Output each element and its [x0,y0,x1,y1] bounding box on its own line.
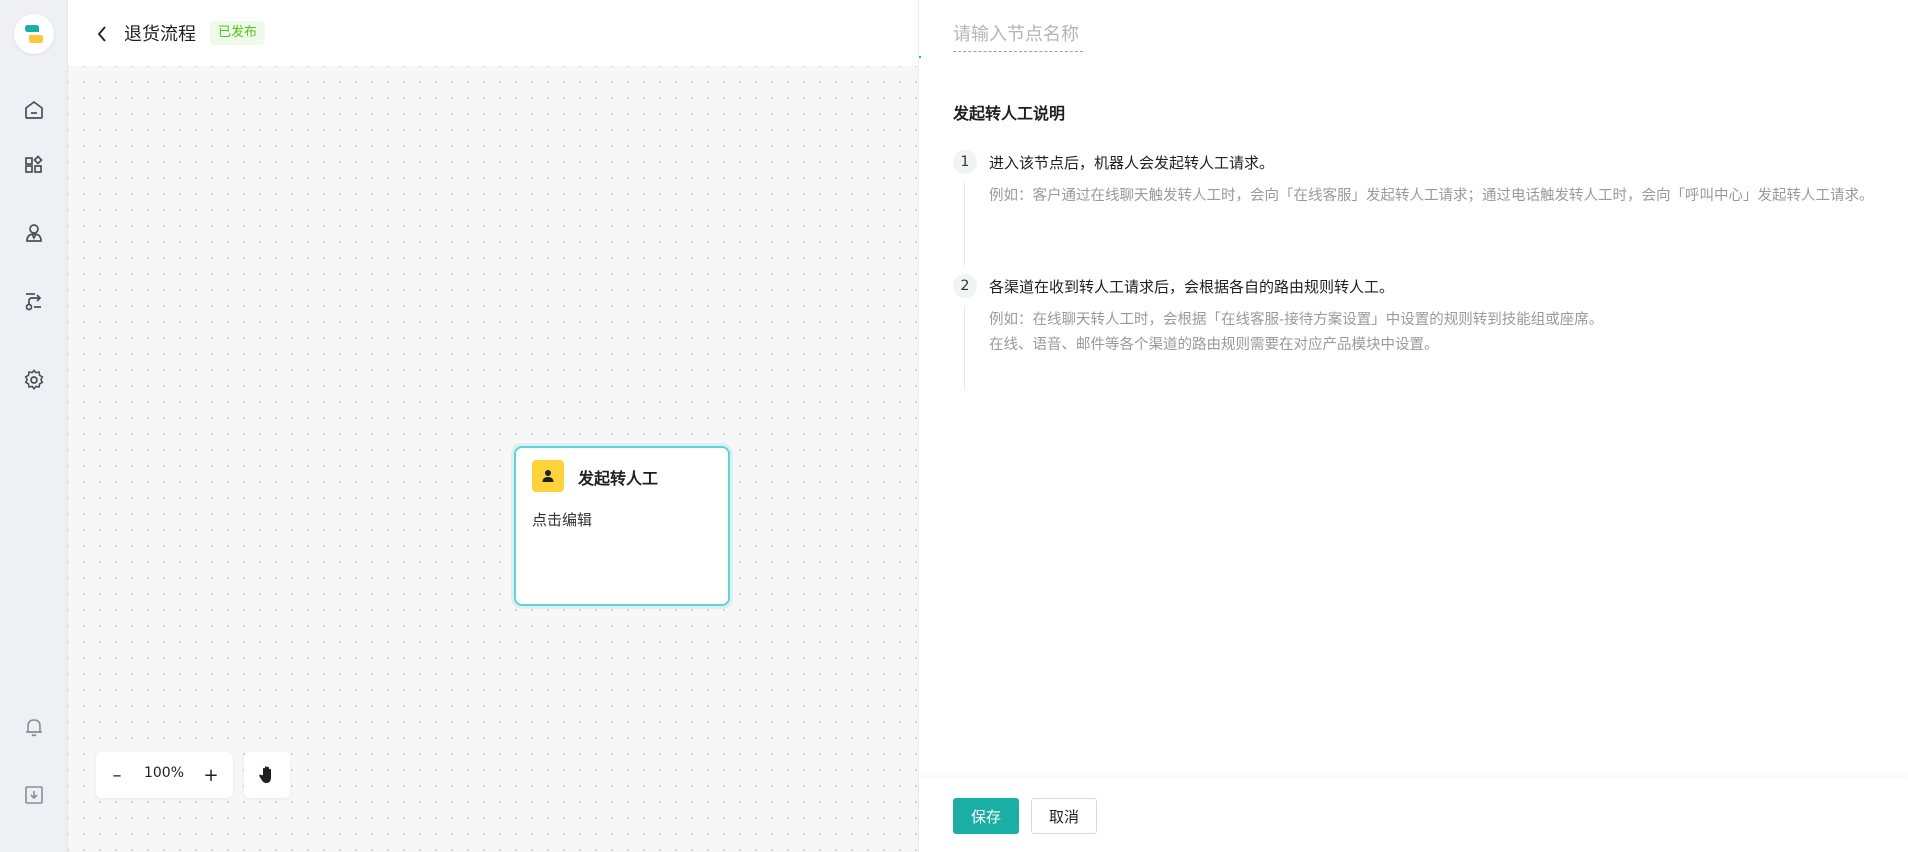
bell-icon[interactable] [19,712,49,742]
status-badge: 已发布 [210,21,266,45]
cancel-button[interactable]: 取消 [1031,798,1097,834]
app-logo[interactable] [14,14,54,54]
zoom-out-button[interactable]: – [102,760,132,790]
panel-accent [919,56,921,58]
step-example-line: 在线、语音、邮件等各个渠道的路由规则需要在对应产品模块中设置。 [989,337,1439,353]
section-title: 发起转人工说明 [953,104,1066,123]
node-title: 发起转人工 [578,469,659,488]
app-root: 退货流程 已发布 发起转人工 点击编辑 – 100% + 发起转人工说明 1 [0,0,1908,852]
node-name-input[interactable] [953,18,1083,52]
home-icon[interactable] [19,95,49,125]
panel-footer: 保存 取消 [919,778,1908,852]
settings-icon[interactable] [19,365,49,395]
step-example-line: 例如：在线聊天转人工时，会根据「在线客服-接待方案设置」中设置的规则转到技能组或… [989,312,1604,328]
zoom-controls: – 100% + [96,752,233,798]
step-example: 例如：客户通过在线聊天触发转人工时，会向「在线客服」发起转人工请求；通过电话触发… [989,188,1874,204]
download-icon[interactable] [19,780,49,810]
flow-node-transfer-to-human[interactable]: 发起转人工 点击编辑 [514,446,730,606]
step-text: 进入该节点后，机器人会发起转人工请求。 [989,154,1275,172]
zoom-level: 100% [143,765,185,781]
step-example: 例如：在线聊天转人工时，会根据「在线客服-接待方案设置」中设置的规则转到技能组或… [989,308,1889,358]
step-number: 1 [953,150,977,174]
hand-icon[interactable] [244,752,290,798]
node-detail-panel: 发起转人工说明 1 进入该节点后，机器人会发起转人工请求。 例如：客户通过在线聊… [918,0,1908,852]
step-connector [964,182,965,266]
page-title: 退货流程 [124,24,196,45]
save-button[interactable]: 保存 [953,798,1019,834]
chevron-left-icon[interactable] [92,22,112,46]
step-2: 2 各渠道在收到转人工请求后，会根据各自的路由规则转人工。 例如：在线聊天转人工… [953,274,1893,390]
step-number: 2 [953,274,977,298]
flow-canvas[interactable]: 发起转人工 点击编辑 – 100% + [68,66,918,852]
zoom-in-button[interactable]: + [196,760,226,790]
apps-icon[interactable] [19,150,49,180]
step-1: 1 进入该节点后，机器人会发起转人工请求。 例如：客户通过在线聊天触发转人工时，… [953,150,1893,266]
person-icon [532,460,564,492]
flow-icon[interactable] [19,286,49,316]
step-connector [964,306,965,390]
logo-icon [25,25,43,43]
step-text: 各渠道在收到转人工请求后，会根据各自的路由规则转人工。 [989,278,1395,296]
node-edit-hint[interactable]: 点击编辑 [532,509,592,530]
agent-icon[interactable] [19,218,49,248]
left-nav-rail [0,0,68,852]
flow-header: 退货流程 已发布 [68,0,984,66]
